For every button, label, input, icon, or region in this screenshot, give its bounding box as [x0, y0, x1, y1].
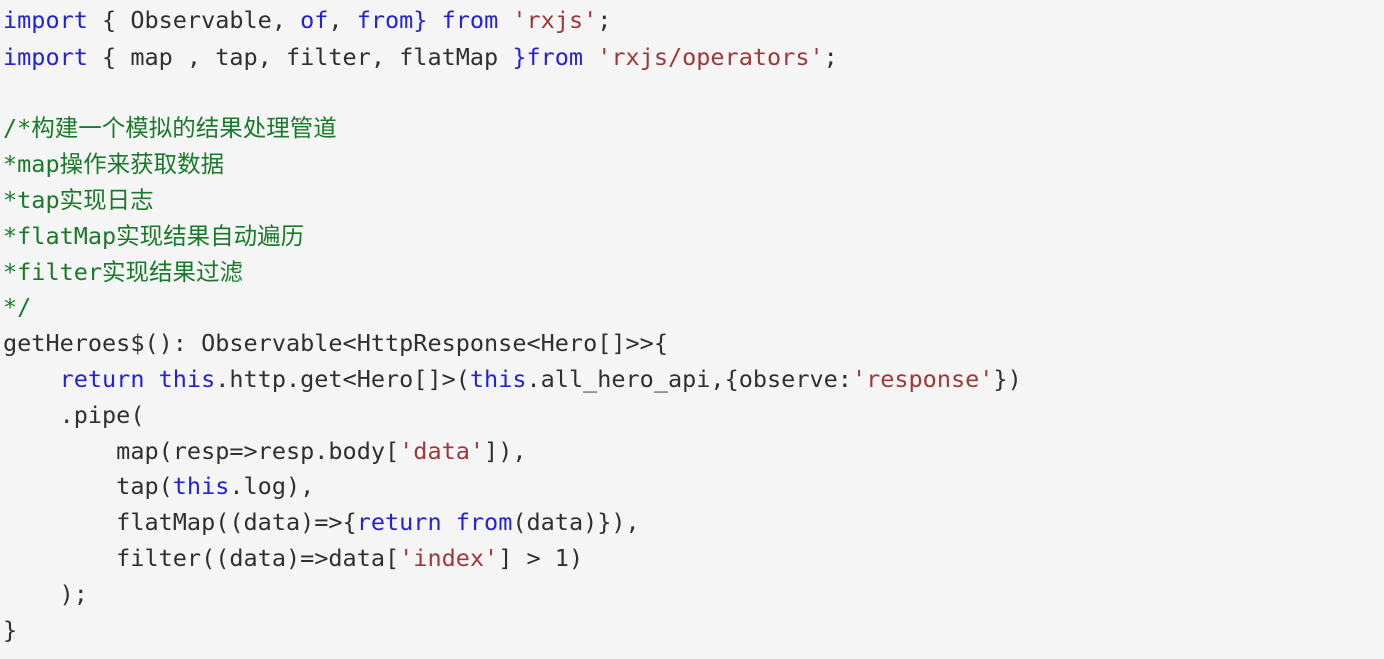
code-token-string: 'data'	[399, 436, 485, 465]
code-token-plain: .http.get<Hero[]>(	[215, 364, 470, 393]
code-token-keyword: this	[469, 364, 527, 393]
code-token-plain: );	[3, 579, 88, 608]
code-line: map(resp=>resp.body['data']),	[0, 434, 1384, 470]
code-token-blank	[3, 79, 17, 107]
code-line: *flatMap实现结果自动遍历	[0, 219, 1384, 255]
code-token-string: 'response'	[851, 364, 994, 393]
code-token-plain: tap(	[3, 472, 173, 501]
code-token-plain: :	[837, 364, 852, 393]
code-line: filter((data)=>data['index'] > 1)	[0, 541, 1384, 577]
code-token-string: 'rxjs/operators'	[597, 42, 824, 71]
code-token-plain: { Observable,	[87, 6, 301, 34]
code-token-string: 'index'	[399, 543, 499, 572]
code-token-plain: ]),	[484, 436, 527, 465]
code-token-keyword: from}	[356, 6, 428, 34]
code-token-keyword: }from	[512, 42, 584, 71]
code-token-keyword: return	[59, 364, 145, 393]
code-line: import { Observable, of, from} from 'rxj…	[0, 0, 1384, 40]
code-token-keyword: of	[300, 6, 329, 34]
code-token-keyword: this	[172, 472, 230, 501]
code-token-plain: map(resp=>resp.body[	[3, 436, 400, 465]
code-viewer[interactable]: import { Observable, of, from} from 'rxj…	[0, 0, 1384, 659]
code-line: /*构建一个模拟的结果处理管道	[0, 111, 1384, 147]
code-line: );	[0, 577, 1384, 613]
code-token-plain: .pipe(	[3, 400, 145, 429]
code-token-string: 'rxjs'	[512, 6, 598, 34]
code-token-plain: ,	[328, 6, 357, 34]
code-token-plain: { map , tap, filter, flatMap	[87, 42, 513, 71]
code-token-keyword: return	[356, 508, 442, 537]
code-token-plain: (data)}),	[512, 508, 640, 537]
code-token-keyword: import	[3, 6, 88, 34]
code-token-keyword: import	[3, 42, 88, 71]
code-line	[0, 76, 1384, 112]
code-line: tap(this.log),	[0, 469, 1384, 505]
code-line: import { map , tap, filter, flatMap }fro…	[0, 40, 1384, 76]
code-line: .pipe(	[0, 398, 1384, 434]
code-token-plain: filter((data)=>data[	[3, 543, 400, 572]
code-token-comment: *flatMap实现结果自动遍历	[3, 221, 305, 250]
code-line: }	[0, 613, 1384, 649]
code-line: return this.http.get<Hero[]>(this.all_he…	[0, 362, 1384, 398]
code-line: *map操作来获取数据	[0, 147, 1384, 183]
code-token-plain: }	[3, 615, 18, 644]
code-block: import { Observable, of, from} from 'rxj…	[0, 0, 1384, 648]
code-token-keyword: from	[455, 508, 513, 537]
code-token-plain: getHeroes$(): Observable<HttpResponse<He…	[3, 329, 668, 358]
code-token-plain: flatMap((data)=>{	[3, 508, 357, 537]
code-token-plain: ] > 1)	[498, 543, 584, 572]
code-token-plain: ;	[823, 42, 838, 71]
code-token-plain: .all_hero_api,{	[526, 364, 739, 393]
code-token-keyword: this	[158, 364, 216, 393]
code-line: *tap实现日志	[0, 183, 1384, 219]
code-line: */	[0, 290, 1384, 326]
code-token-comment: *tap实现日志	[3, 185, 154, 214]
code-token-plain: ;	[597, 6, 612, 34]
code-token-plain: })	[993, 364, 1022, 393]
code-token-plain: .log),	[229, 472, 315, 501]
code-token-comment: *map操作来获取数据	[3, 150, 225, 179]
code-line: getHeroes$(): Observable<HttpResponse<He…	[0, 326, 1384, 362]
code-token-comment: /*构建一个模拟的结果处理管道	[3, 114, 337, 143]
code-token-comment: *filter实现结果过滤	[3, 257, 244, 286]
code-token-property: observe	[738, 364, 838, 393]
code-token-keyword: from	[441, 6, 499, 34]
code-line: flatMap((data)=>{return from(data)}),	[0, 505, 1384, 541]
code-line: *filter实现结果过滤	[0, 255, 1384, 291]
code-token-comment: */	[3, 293, 32, 322]
